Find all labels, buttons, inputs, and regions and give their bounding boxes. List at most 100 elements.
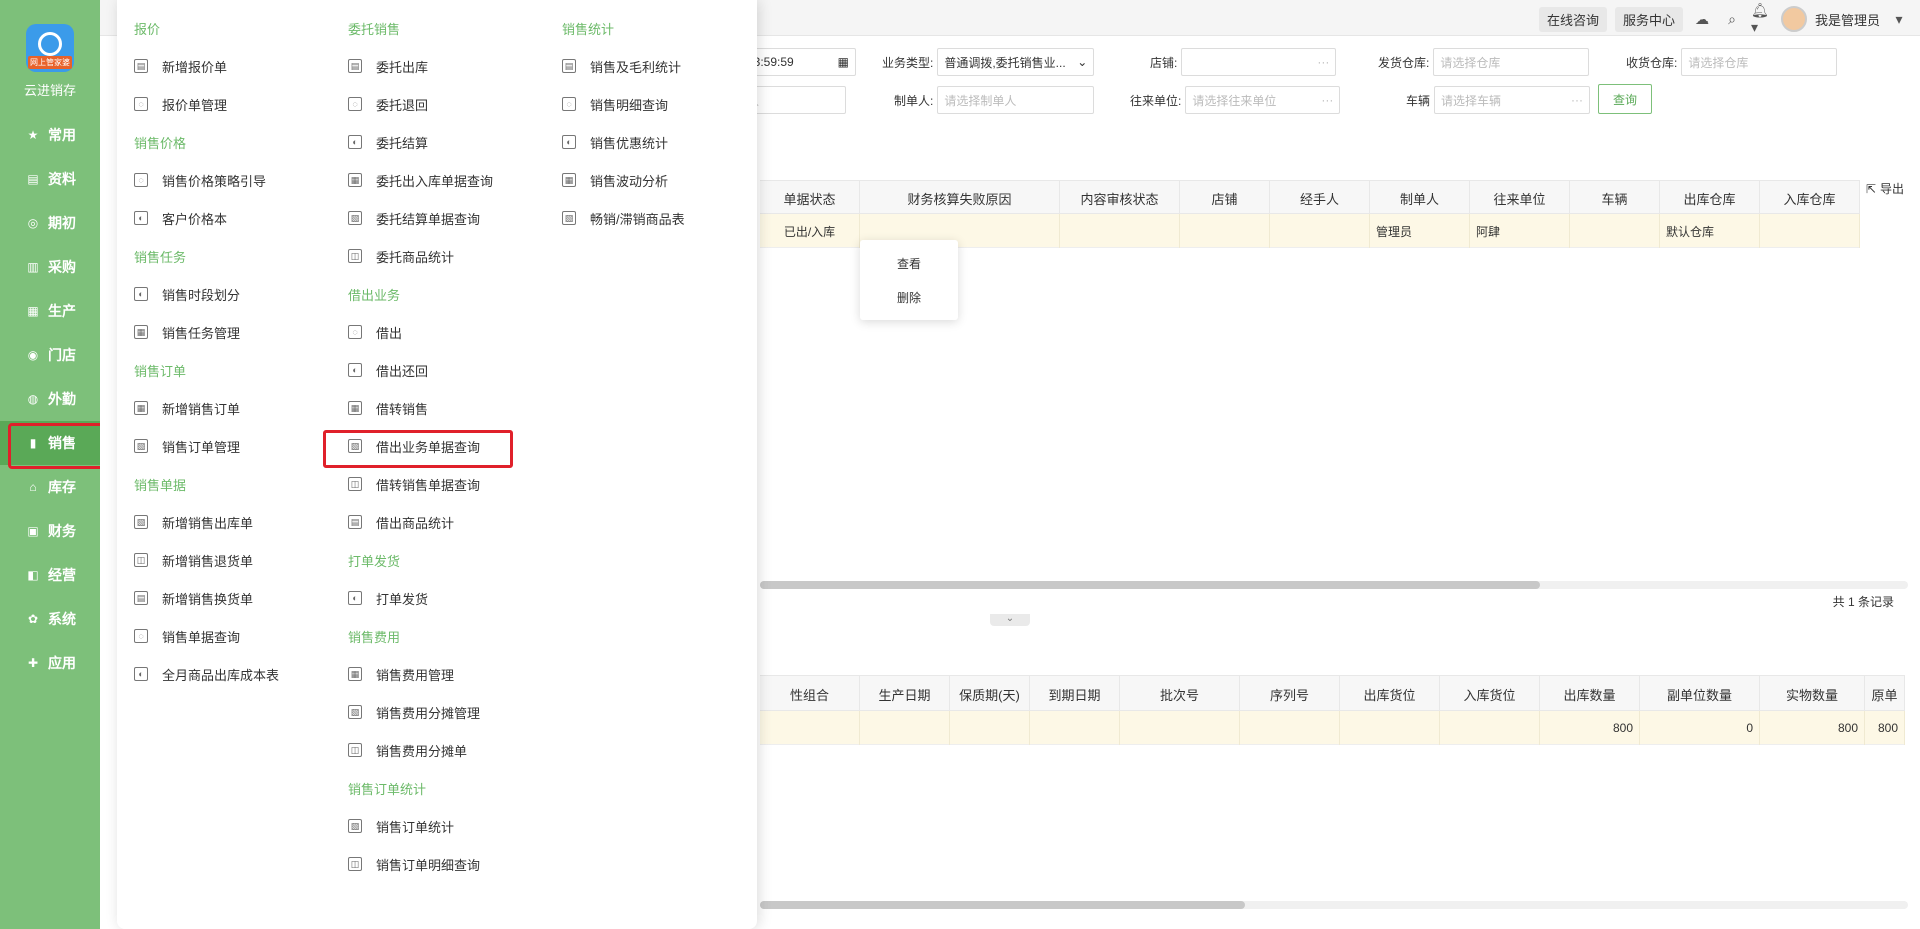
sidebar-item-12[interactable]: ✚ 应用 (0, 641, 100, 685)
menu-item[interactable]: ▤ 销售及毛利统计 (545, 47, 755, 85)
column-header[interactable]: 保质期(天) (950, 676, 1030, 712)
column-header[interactable]: 制单人 (1370, 181, 1470, 215)
menu-item[interactable]: ▧ 销售订单统计 (331, 807, 541, 845)
horizontal-scrollbar[interactable] (760, 901, 1908, 909)
horizontal-scrollbar[interactable] (760, 581, 1908, 589)
shop-input[interactable]: ··· (1181, 48, 1337, 76)
menu-item[interactable]: ▤ 新增报价单 (117, 47, 327, 85)
menu-item[interactable]: ▤ 新增销售换货单 (117, 579, 327, 617)
biz-type-select[interactable]: 普通调拨,委托销售业... ⌄ (937, 48, 1095, 76)
menu-item[interactable]: ▤ 借出商品统计 (331, 503, 541, 541)
sidebar-item-6[interactable]: ◍ 外勤 (0, 377, 100, 421)
sidebar-item-11[interactable]: ✿ 系统 (0, 597, 100, 641)
bell-icon[interactable]: 🔔︎▾ (1751, 2, 1773, 35)
column-header[interactable]: 序列号 (1240, 676, 1340, 712)
column-header[interactable]: 到期日期 (1030, 676, 1120, 712)
column-header[interactable]: 经手人 (1270, 181, 1370, 215)
menu-item[interactable]: ▧ 借出业务单据查询 (323, 427, 541, 468)
menu-item[interactable]: ▦ 借转销售 (331, 389, 541, 427)
query-button[interactable]: 查询 (1598, 84, 1653, 114)
menu-item[interactable]: ◌ 销售价格策略引导 (117, 161, 327, 199)
search-icon[interactable]: ⌕ (1721, 8, 1743, 30)
menu-item[interactable]: ▤ 委托出库 (331, 47, 541, 85)
sidebar-item-1[interactable]: ▤ 资料 (0, 157, 100, 201)
sidebar-item-8[interactable]: ⌂ 库存 (0, 465, 100, 509)
menu-item[interactable]: ▦ 销售波动分析 (545, 161, 755, 199)
menu-item[interactable]: ◐ 借出还回 (331, 351, 541, 389)
menu-item[interactable]: ▦ 销售任务管理 (117, 313, 327, 351)
table-row[interactable]: 800 0 800 800 (760, 711, 1905, 745)
column-header[interactable]: 店铺 (1180, 181, 1270, 215)
vehicle-input[interactable]: 请选择车辆 ··· (1434, 86, 1591, 114)
menu-item[interactable]: ◌ 借出 (331, 313, 541, 351)
menu-item[interactable]: ◌ 委托退回 (331, 85, 541, 123)
recv-warehouse-input[interactable]: 请选择仓库 (1681, 48, 1838, 76)
column-header[interactable]: 原单 (1865, 676, 1905, 712)
context-delete-item[interactable]: 删除 (860, 280, 958, 314)
more-icon[interactable]: ··· (1321, 93, 1333, 107)
menu-item[interactable]: ◐ 打单发货 (331, 579, 541, 617)
column-header[interactable]: 单据状态 (760, 181, 860, 215)
column-header[interactable]: 财务核算失败原因 (860, 181, 1060, 215)
sidebar-item-4[interactable]: ▦ 生产 (0, 289, 100, 333)
menu-item[interactable]: ◐ 销售优惠统计 (545, 123, 755, 161)
sidebar-item-3[interactable]: ▥ 采购 (0, 245, 100, 289)
scrollbar-thumb[interactable] (760, 581, 1540, 589)
user-name[interactable]: 我是管理员 (1815, 10, 1880, 29)
menu-item[interactable]: ▧ 委托结算单据查询 (331, 199, 541, 237)
menu-item[interactable]: ▧ 销售订单管理 (117, 427, 327, 465)
sidebar-item-5[interactable]: ◉ 门店 (0, 333, 100, 377)
menu-item[interactable]: ◐ 委托结算 (331, 123, 541, 161)
ship-warehouse-input[interactable]: 请选择仓库 (1433, 48, 1590, 76)
menu-item[interactable]: ◫ 销售费用分摊单 (331, 731, 541, 769)
column-header[interactable]: 生产日期 (860, 676, 950, 712)
column-header[interactable]: 出库数量 (1540, 676, 1640, 712)
menu-item[interactable]: ▧ 新增销售出库单 (117, 503, 327, 541)
sidebar-item-0[interactable]: ★ 常用 (0, 113, 100, 157)
sidebar-item-2[interactable]: ◎ 期初 (0, 201, 100, 245)
column-header[interactable]: 内容审核状态 (1060, 181, 1180, 215)
column-header[interactable]: 副单位数量 (1640, 676, 1760, 712)
service-center-button[interactable]: 服务中心 (1614, 6, 1683, 32)
menu-item[interactable]: ◌ 销售明细查询 (545, 85, 755, 123)
column-header[interactable]: 车辆 (1570, 181, 1660, 215)
partner-input[interactable]: 请选择往来单位 ··· (1185, 86, 1341, 114)
online-consult-button[interactable]: 在线咨询 (1538, 6, 1607, 32)
app-logo[interactable]: 网上管家婆 (26, 24, 74, 72)
column-header[interactable]: 出库货位 (1340, 676, 1440, 712)
menu-item[interactable]: ▧ 畅销/滞销商品表 (545, 199, 755, 237)
menu-item[interactable]: ▦ 新增销售订单 (117, 389, 327, 427)
menu-item[interactable]: ▦ 销售费用管理 (331, 655, 541, 693)
sidebar-item-10[interactable]: ◧ 经营 (0, 553, 100, 597)
menu-item[interactable]: ◫ 借转销售单据查询 (331, 465, 541, 503)
context-view-item[interactable]: 查看 (860, 246, 958, 280)
more-icon[interactable]: ··· (1571, 93, 1583, 107)
scrollbar-thumb[interactable] (760, 901, 1245, 909)
column-header[interactable]: 入库仓库 (1760, 181, 1860, 215)
cloud-download-icon[interactable]: ☁ (1691, 8, 1713, 30)
more-icon[interactable]: ··· (1317, 55, 1329, 69)
menu-item[interactable]: ◫ 销售订单明细查询 (331, 845, 541, 883)
maker-input[interactable]: 请选择制单人 (937, 86, 1095, 114)
menu-item[interactable]: ◌ 销售单据查询 (117, 617, 327, 655)
column-header[interactable]: 往来单位 (1470, 181, 1570, 215)
menu-item[interactable]: ◐ 全月商品出库成本表 (117, 655, 327, 693)
avatar[interactable] (1780, 6, 1807, 32)
date-end-input[interactable]: 23:59:59 ▦ (740, 48, 856, 76)
menu-item[interactable]: ◫ 委托商品统计 (331, 237, 541, 275)
menu-item[interactable]: ▧ 销售费用分摊管理 (331, 693, 541, 731)
menu-item[interactable]: ◫ 新增销售退货单 (117, 541, 327, 579)
sidebar-item-9[interactable]: ▣ 财务 (0, 509, 100, 553)
sidebar-item-7[interactable]: ▮ 销售 (0, 421, 112, 469)
column-header[interactable]: 出库仓库 (1660, 181, 1760, 215)
column-header[interactable]: 批次号 (1120, 676, 1240, 712)
column-header[interactable]: 实物数量 (1760, 676, 1865, 712)
column-header[interactable]: 性组合 (760, 676, 860, 712)
menu-item[interactable]: ▦ 委托出入库单据查询 (331, 161, 541, 199)
export-button[interactable]: ⇱ 导出 (1866, 180, 1904, 197)
menu-item[interactable]: ◐ 销售时段划分 (117, 275, 327, 313)
menu-item[interactable]: ◐ 客户价格本 (117, 199, 327, 237)
menu-item[interactable]: ◌ 报价单管理 (117, 85, 327, 123)
chevron-down-icon[interactable]: ▾ (1888, 8, 1910, 30)
column-header[interactable]: 入库货位 (1440, 676, 1540, 712)
